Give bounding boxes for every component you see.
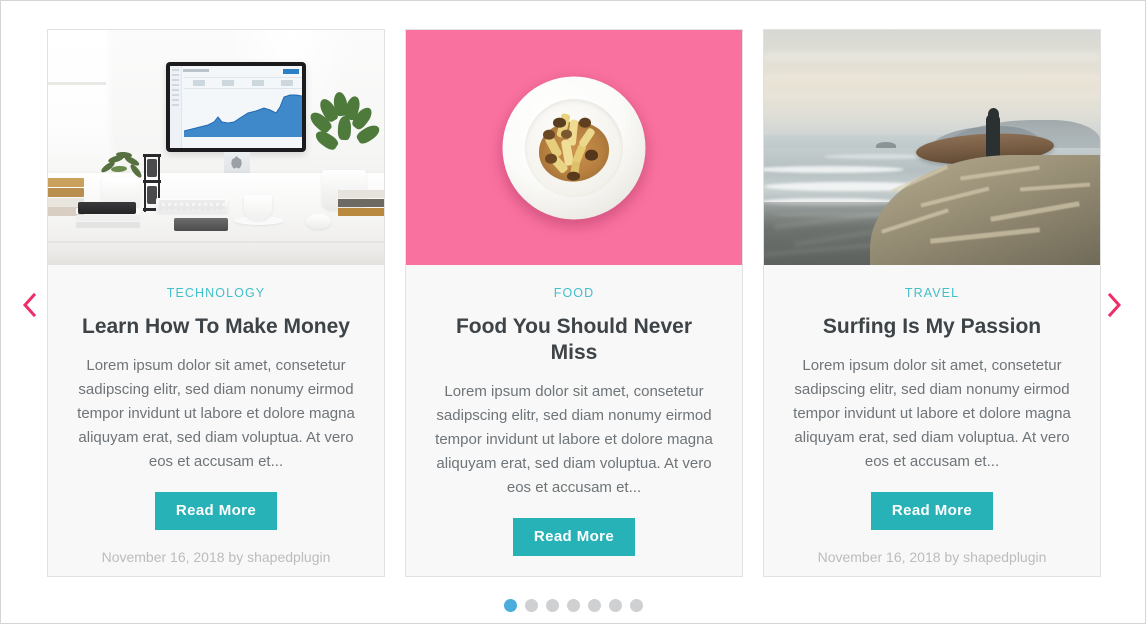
- post-content: FOOD Food You Should Never Miss Lorem ip…: [406, 265, 742, 577]
- post-content: TECHNOLOGY Learn How To Make Money Lorem…: [48, 265, 384, 576]
- chevron-right-icon: [1107, 292, 1123, 318]
- read-more-wrapper: Read More: [788, 491, 1076, 530]
- carousel-dot-1[interactable]: [503, 599, 517, 612]
- post-thumbnail-food[interactable]: [406, 30, 742, 265]
- post-excerpt: Lorem ipsum dolor sit amet, consetetur s…: [77, 356, 355, 470]
- imac-monitor: [166, 62, 306, 152]
- read-more-wrapper: Read More: [430, 518, 718, 556]
- phone-on-desk: [174, 218, 228, 231]
- coffee-cup: [244, 195, 272, 220]
- desk-edge: [48, 241, 384, 243]
- carousel-dot-3[interactable]: [545, 599, 559, 612]
- read-more-button[interactable]: Read More: [512, 518, 636, 556]
- post-title[interactable]: Surfing Is My Passion: [788, 314, 1076, 340]
- food-pile: [533, 109, 615, 189]
- read-more-button[interactable]: Read More: [154, 491, 278, 530]
- cloud-band: [764, 92, 1100, 99]
- carousel-dot-2[interactable]: [524, 599, 538, 612]
- post-category[interactable]: FOOD: [430, 287, 718, 300]
- carousel-dot-6[interactable]: [608, 599, 622, 612]
- post-excerpt: Lorem ipsum dolor sit amet, consetetur s…: [793, 356, 1071, 470]
- post-excerpt: Lorem ipsum dolor sit amet, consetetur s…: [435, 383, 713, 496]
- read-more-wrapper: Read More: [72, 491, 360, 530]
- post-meta: November 16, 2018 by shapedplugin: [101, 548, 331, 565]
- carousel-pagination: [1, 599, 1145, 612]
- post-carousel-widget: TECHNOLOGY Learn How To Make Money Lorem…: [0, 0, 1146, 624]
- post-card[interactable]: TECHNOLOGY Learn How To Make Money Lorem…: [47, 29, 385, 577]
- post-category[interactable]: TECHNOLOGY: [72, 287, 360, 300]
- cloud-band: [764, 52, 1100, 62]
- carousel-track: TECHNOLOGY Learn How To Make Money Lorem…: [47, 29, 1101, 577]
- keyboard: [156, 198, 228, 213]
- computer-mouse: [306, 214, 331, 229]
- post-card[interactable]: TRAVEL Surfing Is My Passion Lorem ipsum…: [763, 29, 1101, 577]
- post-meta: November 16, 2018 by shapedplugin: [817, 548, 1047, 565]
- post-card[interactable]: FOOD Food You Should Never Miss Lorem ip…: [405, 29, 743, 577]
- post-title[interactable]: Learn How To Make Money: [72, 314, 360, 340]
- carousel-dot-4[interactable]: [566, 599, 580, 612]
- book-stack-right: [338, 190, 384, 220]
- carousel-dot-5[interactable]: [587, 599, 601, 612]
- post-thumbnail-technology[interactable]: [48, 30, 384, 265]
- post-thumbnail-travel[interactable]: [764, 30, 1100, 265]
- cloud-band: [764, 74, 1100, 82]
- post-title[interactable]: Food You Should Never Miss: [430, 314, 718, 367]
- post-content: TRAVEL Surfing Is My Passion Lorem ipsum…: [764, 265, 1100, 576]
- carousel-next-button[interactable]: [1103, 290, 1127, 320]
- chevron-left-icon: [21, 292, 37, 318]
- read-more-button[interactable]: Read More: [870, 491, 994, 530]
- post-category[interactable]: TRAVEL: [788, 287, 1076, 300]
- carousel-prev-button[interactable]: [17, 290, 41, 320]
- surfer-head: [988, 108, 999, 121]
- closed-laptop: [78, 202, 136, 214]
- post-meta: November 16, 2018 by shapedplugin: [430, 576, 718, 577]
- carousel-dot-7[interactable]: [629, 599, 643, 612]
